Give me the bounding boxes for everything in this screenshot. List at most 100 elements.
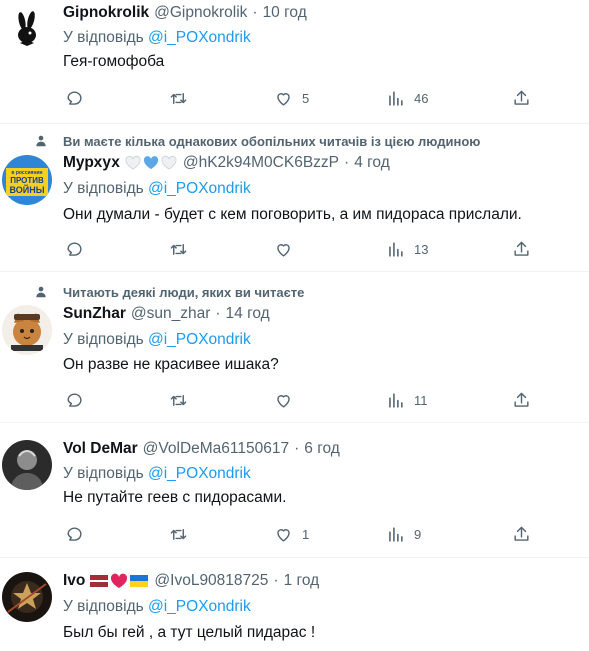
tweet[interactable]: Vol DeMar @VolDeMa61150617 · 6 год У від…: [0, 423, 589, 558]
tweet-header: Ivo @IvoL90818725 · 1 год: [63, 572, 319, 590]
person-icon: [36, 286, 46, 298]
avatar[interactable]: [2, 305, 52, 355]
avatar[interactable]: в россиянин ПРОТИВ ВОЙНЫ: [2, 155, 52, 205]
mention-link[interactable]: @i_POXondrik: [148, 29, 251, 46]
reply-icon: [67, 526, 82, 541]
author-name[interactable]: Мурхух: [63, 154, 120, 172]
reply-prefix: У відповідь: [63, 180, 144, 197]
mention-link[interactable]: @i_POXondrik: [148, 180, 251, 197]
separator-dot: ·: [252, 4, 258, 21]
heart-icon: [277, 92, 290, 106]
mention-link[interactable]: @i_POXondrik: [148, 598, 251, 615]
views-button[interactable]: 11: [386, 389, 428, 411]
views-button[interactable]: 13: [386, 238, 428, 260]
like-button[interactable]: [274, 238, 293, 260]
retweet-icon: [170, 394, 187, 406]
reply-button[interactable]: [65, 238, 84, 260]
separator-dot: ·: [215, 305, 221, 322]
tweet[interactable]: Читають деякі люди, яких ви читаєте SunZ…: [0, 272, 589, 423]
reply-button[interactable]: [65, 389, 84, 411]
flags-and-heart-icon: [90, 573, 149, 588]
author-name[interactable]: Gipnokrolik: [63, 4, 149, 22]
views-icon: [389, 526, 403, 542]
retweet-button[interactable]: [169, 523, 188, 545]
reply-context: У відповідь @i_POXondrik: [63, 29, 251, 47]
reply-button[interactable]: [65, 87, 84, 109]
author-name[interactable]: Ivo: [63, 572, 85, 590]
dark-portrait-photo: [2, 440, 52, 490]
reply-button[interactable]: [65, 523, 84, 545]
reply-context: У відповідь @i_POXondrik: [63, 465, 251, 483]
author-name[interactable]: Vol DeMar: [63, 440, 138, 458]
view-count: 46: [414, 90, 429, 106]
like-button[interactable]: 5: [274, 87, 309, 109]
timestamp[interactable]: 14 год: [226, 305, 270, 323]
mention-link[interactable]: @i_POXondrik: [148, 331, 251, 348]
heart-icon: [277, 243, 290, 257]
retweet-button[interactable]: [169, 238, 188, 260]
tweet-text: Был бы гей , а тут целый пидарас !: [63, 624, 316, 641]
views-button[interactable]: 46: [386, 87, 428, 109]
tweet-text: Он разве не красивее ишака?: [63, 356, 279, 373]
view-count: 11: [414, 392, 428, 408]
author-handle[interactable]: @IvoL90818725: [154, 572, 268, 590]
retweet-icon: [170, 528, 187, 540]
timestamp[interactable]: 10 год: [263, 4, 307, 22]
tweet-text: Гея-гомофоба: [63, 53, 165, 70]
tweet-header: SunZhar @sun_zhar · 14 год: [63, 305, 270, 323]
avatar[interactable]: [2, 5, 52, 55]
heart-emoji-icon: [125, 155, 177, 170]
share-button[interactable]: [512, 389, 531, 411]
person-icon: [36, 135, 46, 147]
retweet-icon: [170, 92, 187, 104]
retweet-button[interactable]: [169, 389, 188, 411]
share-icon: [514, 90, 529, 105]
author-handle[interactable]: @VolDeMa61150617: [143, 440, 289, 458]
tweet[interactable]: Ви маєте кілька однакових обопільних чит…: [0, 124, 589, 272]
like-button[interactable]: [274, 389, 293, 411]
tweet-text: Они думали - будет с кем поговорить, а и…: [63, 206, 522, 223]
tweet[interactable]: Gipnokrolik @Gipnokrolik · 10 год У відп…: [0, 0, 589, 124]
avatar-sign-line-3: ВОЙНЫ: [9, 184, 44, 195]
cat-with-hat-avatar: [2, 305, 52, 355]
social-context-text: Ви маєте кілька однакових обопільних чит…: [63, 133, 481, 149]
like-count: 5: [302, 90, 310, 106]
avatar[interactable]: [2, 440, 52, 490]
share-button[interactable]: [512, 523, 531, 545]
reply-prefix: У відповідь: [63, 598, 144, 615]
views-icon: [389, 392, 403, 408]
timestamp[interactable]: 6 год: [304, 440, 340, 458]
flag-emojis: [89, 573, 149, 589]
timestamp[interactable]: 4 год: [354, 154, 390, 172]
views-icon: [389, 241, 403, 257]
like-button[interactable]: 1: [274, 523, 309, 545]
tweet-text: Не путайте геев с пидорасами.: [63, 489, 287, 506]
tweet-header: Мурхух @hK2k94M0CK6BzzP · 4 год: [63, 154, 390, 172]
views-button[interactable]: 9: [386, 523, 421, 545]
russians-against-war-sign: в россиянин ПРОТИВ ВОЙНЫ: [2, 155, 52, 205]
reply-icon: [67, 241, 82, 256]
reply-context: У відповідь @i_POXondrik: [63, 598, 251, 616]
share-button[interactable]: [512, 87, 531, 109]
action-bar: 1 9: [63, 523, 533, 547]
author-name[interactable]: SunZhar: [63, 305, 126, 323]
author-handle[interactable]: @hK2k94M0CK6BzzP: [183, 154, 339, 172]
author-handle[interactable]: @Gipnokrolik: [154, 4, 247, 22]
author-handle[interactable]: @sun_zhar: [131, 305, 211, 323]
action-bar: 13: [63, 238, 533, 262]
social-context: Ви маєте кілька однакових обопільних чит…: [34, 132, 480, 150]
tweet[interactable]: Ivo @IvoL90818725 · 1 год У відповідь @i…: [0, 558, 589, 651]
timestamp[interactable]: 1 год: [284, 572, 320, 590]
retweet-button[interactable]: [169, 87, 188, 109]
separator-dot: ·: [344, 154, 350, 171]
share-icon: [514, 392, 529, 407]
mention-link[interactable]: @i_POXondrik: [148, 465, 251, 482]
heart-icon: [277, 528, 290, 542]
share-button[interactable]: [512, 238, 531, 260]
reply-icon: [67, 90, 82, 105]
view-count: 9: [414, 526, 422, 542]
avatar[interactable]: [2, 572, 52, 622]
reply-prefix: У відповідь: [63, 29, 144, 46]
like-count: 1: [302, 526, 310, 542]
share-icon: [514, 526, 529, 541]
